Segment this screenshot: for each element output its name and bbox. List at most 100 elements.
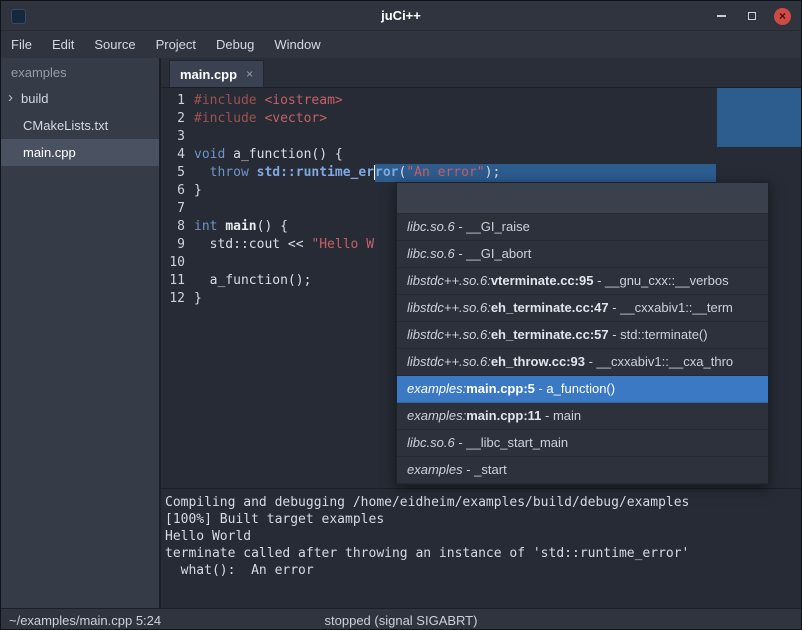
stack-frame-row[interactable]: libc.so.6 - __GI_abort xyxy=(397,241,768,268)
restore-button[interactable] xyxy=(743,7,761,25)
code-line-3[interactable]: 3 xyxy=(161,128,801,146)
sidebar-item-build[interactable]: ›build xyxy=(1,85,159,112)
stack-frames-list: libc.so.6 - __GI_raiselibc.so.6 - __GI_a… xyxy=(397,214,768,484)
code-segment: #include xyxy=(194,111,264,126)
sidebar-item-main-cpp[interactable]: main.cpp xyxy=(1,139,159,166)
minimize-icon xyxy=(717,15,726,17)
frame-library: examples xyxy=(407,462,463,477)
code-segment: <iostream> xyxy=(264,93,342,108)
code-segment: std::runtime_er xyxy=(257,165,374,180)
status-debug-state: stopped (signal SIGABRT) xyxy=(1,613,801,628)
frame-function: - __libc_start_main xyxy=(455,435,568,450)
frame-library: libc.so.6 xyxy=(407,435,455,450)
code-content: #include <iostream> xyxy=(194,92,343,110)
stack-frame-row[interactable]: libstdc++.so.6:vterminate.cc:95 - __gnu_… xyxy=(397,268,768,295)
frame-location: main.cpp:11 xyxy=(466,408,541,423)
line-number: 8 xyxy=(161,218,185,236)
line-number: 4 xyxy=(161,146,185,164)
code-line-1[interactable]: 1 #include <iostream> xyxy=(161,92,801,110)
sidebar-item-cmakelists-txt[interactable]: CMakeLists.txt xyxy=(1,112,159,139)
stack-frame-row[interactable]: examples:main.cpp:11 - main xyxy=(397,403,768,430)
frame-location: eh_terminate.cc:57 xyxy=(491,327,609,342)
code-segment: int xyxy=(194,219,217,234)
code-segment: throw xyxy=(210,165,249,180)
frame-location: eh_terminate.cc:47 xyxy=(491,300,609,315)
stack-frame-row[interactable]: examples:main.cpp:5 - a_function() xyxy=(397,376,768,403)
frame-library: libstdc++.so.6: xyxy=(407,327,491,342)
sidebar-item-label: CMakeLists.txt xyxy=(23,118,108,133)
line-number: 12 xyxy=(161,290,185,308)
tooltip-fragment xyxy=(717,88,801,147)
terminal-line: Compiling and debugging /home/eidheim/ex… xyxy=(165,494,798,511)
window-controls: × xyxy=(712,1,791,31)
code-segment: std::cout << xyxy=(194,237,311,252)
menu-file[interactable]: File xyxy=(1,31,42,58)
stack-frame-row[interactable]: libc.so.6 - __libc_start_main xyxy=(397,430,768,457)
frame-function: - _start xyxy=(463,462,507,477)
app-window: juCi++ × FileEditSourceProjectDebugWindo… xyxy=(0,0,802,630)
frame-library: libstdc++.so.6: xyxy=(407,273,491,288)
code-line-5[interactable]: 5 throw std::runtime_error("An error"); xyxy=(161,164,801,182)
line-number: 11 xyxy=(161,272,185,290)
code-content: void a_function() { xyxy=(194,146,343,164)
chevron-right-icon[interactable]: › xyxy=(8,85,13,111)
code-segment: ( xyxy=(399,164,407,182)
titlebar: juCi++ × xyxy=(1,1,801,31)
frame-function: - __GI_raise xyxy=(455,219,530,234)
close-button[interactable]: × xyxy=(774,8,791,25)
frame-function: - __cxxabiv1::__term xyxy=(609,300,733,315)
statusbar: ~/examples/main.cpp 5:24 stopped (signal… xyxy=(1,608,801,630)
stack-frame-row[interactable]: libstdc++.so.6:eh_terminate.cc:47 - __cx… xyxy=(397,295,768,322)
code-content: int main() { xyxy=(194,218,288,236)
tab-main-cpp[interactable]: main.cpp × xyxy=(169,60,264,87)
window-title: juCi++ xyxy=(1,8,801,23)
stack-frame-row[interactable]: examples - _start xyxy=(397,457,768,484)
close-icon: × xyxy=(779,8,786,25)
code-segment: void xyxy=(194,147,225,162)
frame-function: - main xyxy=(541,408,581,423)
line-number: 1 xyxy=(161,92,185,110)
tab-close-icon[interactable]: × xyxy=(246,67,253,81)
code-content: a_function(); xyxy=(194,272,311,290)
tab-label: main.cpp xyxy=(180,67,237,82)
stack-frame-row[interactable]: libstdc++.so.6:eh_terminate.cc:57 - std:… xyxy=(397,322,768,349)
frame-location: eh_throw.cc:93 xyxy=(491,354,585,369)
code-line-2[interactable]: 2#include <vector> xyxy=(161,110,801,128)
code-line-4[interactable]: 4 void a_function() { xyxy=(161,146,801,164)
code-segment: "Hello W xyxy=(311,237,374,252)
menu-debug[interactable]: Debug xyxy=(206,31,264,58)
frame-library: libstdc++.so.6: xyxy=(407,300,491,315)
code-segment: #include xyxy=(194,93,264,108)
code-content: throw std::runtime_error("An error"); xyxy=(194,164,716,182)
frame-library: examples: xyxy=(407,408,466,423)
terminal-line: Hello World xyxy=(165,528,798,545)
code-content: #include <vector> xyxy=(194,110,327,128)
tabbar: main.cpp × xyxy=(161,58,801,88)
stack-frames-popup: libc.so.6 - __GI_raiselibc.so.6 - __GI_a… xyxy=(396,182,769,485)
menu-project[interactable]: Project xyxy=(146,31,206,58)
stack-frame-row[interactable]: libc.so.6 - __GI_raise xyxy=(397,214,768,241)
code-segment: a_function(); xyxy=(194,273,311,288)
code-segment: a_function() { xyxy=(225,147,342,162)
output-panel[interactable]: Compiling and debugging /home/eidheim/ex… xyxy=(161,488,801,608)
line-number: 6 xyxy=(161,182,185,200)
menu-edit[interactable]: Edit xyxy=(42,31,84,58)
frame-function: - a_function() xyxy=(535,381,615,396)
frame-library: libc.so.6 xyxy=(407,219,455,234)
menu-window[interactable]: Window xyxy=(264,31,330,58)
menu-source[interactable]: Source xyxy=(84,31,145,58)
frame-function: - __GI_abort xyxy=(455,246,532,261)
line-number: 7 xyxy=(161,200,185,218)
frame-function: - __cxxabiv1::__cxa_thro xyxy=(585,354,733,369)
sidebar-item-label: main.cpp xyxy=(23,145,76,160)
code-segment: "An error" xyxy=(406,164,484,182)
code-content: } xyxy=(194,182,202,200)
terminal-line: [100%] Built target examples xyxy=(165,511,798,528)
line-number: 10 xyxy=(161,254,185,272)
minimize-button[interactable] xyxy=(712,7,730,25)
popup-search-input[interactable] xyxy=(397,183,768,214)
code-segment: main xyxy=(225,219,256,234)
code-segment: } xyxy=(194,183,202,198)
stack-frame-row[interactable]: libstdc++.so.6:eh_throw.cc:93 - __cxxabi… xyxy=(397,349,768,376)
code-segment: } xyxy=(194,291,202,306)
